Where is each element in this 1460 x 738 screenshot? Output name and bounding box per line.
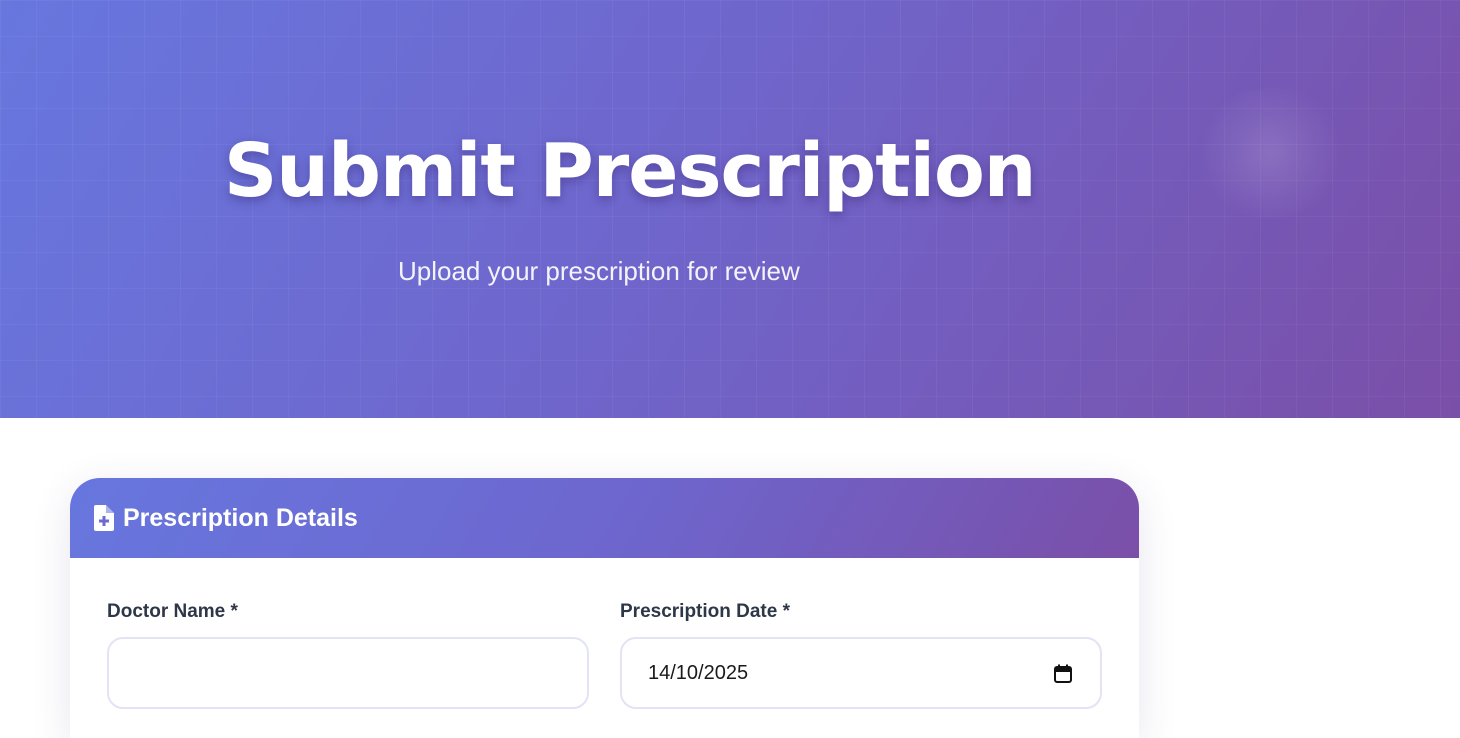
hero-banner: Submit Prescription Upload your prescrip… [0,0,1460,418]
hero-glow-decoration [1195,88,1345,218]
doctor-name-field: Doctor Name * [107,601,589,709]
card-header: Prescription Details [70,478,1139,558]
page-title: Submit Prescription [224,128,1036,214]
prescription-date-field: Prescription Date * 14/10/2025 [620,601,1102,709]
file-medical-icon [94,505,114,531]
doctor-name-label: Doctor Name * [107,601,238,622]
prescription-date-input[interactable]: 14/10/2025 [620,637,1102,709]
calendar-icon[interactable] [1054,664,1072,683]
prescription-date-label: Prescription Date * [620,601,790,622]
doctor-name-input[interactable] [107,637,589,709]
card-title: Prescription Details [123,503,358,532]
prescription-date-value: 14/10/2025 [648,661,749,684]
prescription-details-card: Prescription Details Doctor Name * Presc… [70,478,1139,738]
page-subtitle: Upload your prescription for review [398,256,800,286]
